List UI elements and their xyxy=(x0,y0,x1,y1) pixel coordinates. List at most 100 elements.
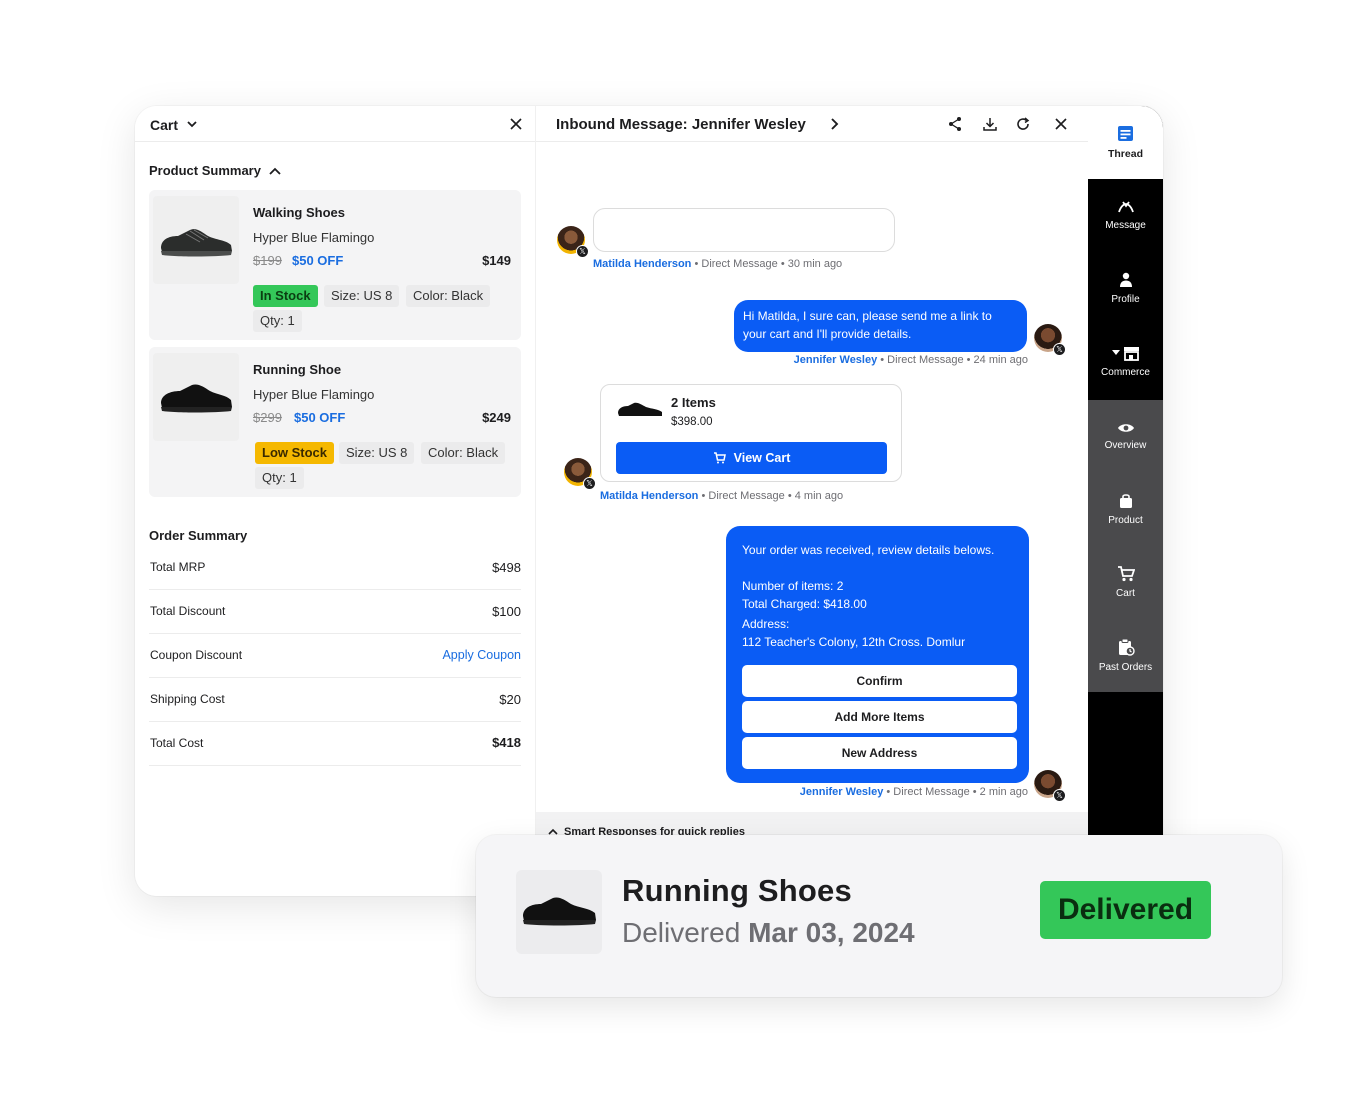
message-meta: Matilda Henderson • Direct Message • 30 … xyxy=(593,258,843,270)
row-value: $498 xyxy=(492,560,521,575)
row-value: $418 xyxy=(492,735,521,750)
message-text: Number of items: 2 xyxy=(742,579,844,593)
nav-label: Message xyxy=(1105,220,1146,231)
product-card[interactable]: Running Shoe Hyper Blue Flamingo $299 $5… xyxy=(149,347,521,497)
side-nav: Thread Message Profile Commerce Overview… xyxy=(1088,106,1163,896)
stock-badge: Low Stock xyxy=(255,442,335,464)
chevron-down-icon[interactable] xyxy=(186,118,198,130)
close-icon[interactable] xyxy=(509,117,523,131)
apply-coupon-link[interactable]: Apply Coupon xyxy=(442,648,521,662)
row-label: Coupon Discount xyxy=(150,648,243,662)
size-chip: Size: US 8 xyxy=(339,442,415,464)
thread-icon xyxy=(1118,126,1133,141)
chevron-up-icon[interactable] xyxy=(268,166,282,176)
qty-chip[interactable]: Qty: 1 xyxy=(253,310,302,332)
cart-pane: Cart Product Summary Walking Shoes Hyper… xyxy=(135,106,535,896)
nav-label: Product xyxy=(1108,515,1143,526)
nav-label: Past Orders xyxy=(1098,662,1153,673)
product-image xyxy=(153,196,239,284)
order-summary-row: Shipping Cost $20 xyxy=(149,678,521,722)
row-value: $100 xyxy=(492,604,521,619)
product-image xyxy=(516,870,602,954)
message-text: Your order was received, review details … xyxy=(742,543,995,557)
nav-item-commerce[interactable]: Commerce xyxy=(1088,325,1163,398)
original-price: $299 xyxy=(253,410,282,425)
author-link[interactable]: Matilda Henderson xyxy=(600,490,698,502)
message-bubble xyxy=(593,208,895,252)
chevron-right-icon[interactable] xyxy=(827,116,843,132)
avatar: 𝕏 xyxy=(1034,770,1066,802)
nav-item-profile[interactable]: Profile xyxy=(1088,252,1163,325)
nav-item-cart[interactable]: Cart xyxy=(1088,546,1163,619)
product-variant: Hyper Blue Flamingo xyxy=(253,230,375,245)
refresh-icon[interactable] xyxy=(1015,116,1031,132)
order-summary-row: Total Discount $100 xyxy=(149,590,521,634)
delivered-date: Mar 03, 2024 xyxy=(748,917,915,948)
nav-item-thread[interactable]: Thread xyxy=(1088,106,1163,179)
color-chip: Color: Black xyxy=(421,442,506,464)
nav-label: Profile xyxy=(1111,294,1140,305)
message-text: Hi Matilda, I sure can, please send me a… xyxy=(743,309,992,341)
message-meta: Matilda Henderson • Direct Message • 4 m… xyxy=(600,490,844,502)
thread-header: Inbound Message: Jennifer Wesley xyxy=(536,106,1089,142)
row-label: Total Discount xyxy=(150,604,226,618)
nav-item-product[interactable]: Product xyxy=(1088,473,1163,546)
order-message-bubble: Your order was received, review details … xyxy=(726,526,1029,783)
product-variant: Hyper Blue Flamingo xyxy=(253,387,375,402)
message-text: Address: xyxy=(742,617,790,631)
product-price: $149 xyxy=(482,253,511,268)
x-icon: 𝕏 xyxy=(576,245,589,258)
order-summary-title: Order Summary xyxy=(149,528,248,543)
message-meta: Jennifer Wesley • Direct Message • 24 mi… xyxy=(793,354,1028,366)
delivered-product-title: Running Shoes xyxy=(622,873,852,908)
author-link[interactable]: Jennifer Wesley xyxy=(794,354,878,366)
share-icon[interactable] xyxy=(947,116,963,132)
qty-chip[interactable]: Qty: 1 xyxy=(255,467,304,489)
row-label: Shipping Cost xyxy=(150,692,225,706)
row-value: $20 xyxy=(499,692,521,707)
message-text: 112 Teacher's Colony, 12th Cross. Domlur xyxy=(742,635,966,649)
nav-item-message[interactable]: Message xyxy=(1088,179,1163,252)
cart-item-count: 2 Items xyxy=(671,395,716,410)
confirm-button[interactable]: Confirm xyxy=(742,665,1017,697)
nav-item-past-orders[interactable]: Past Orders xyxy=(1088,619,1163,692)
person-icon xyxy=(1119,272,1132,287)
color-chip: Color: Black xyxy=(406,285,491,307)
nav-label: Commerce xyxy=(1101,367,1150,378)
author-link[interactable]: Jennifer Wesley xyxy=(800,786,884,798)
cart-icon xyxy=(713,452,726,464)
status-badge: Delivered xyxy=(1040,881,1211,939)
order-summary-row: Total MRP $498 xyxy=(149,546,521,590)
avatar: 𝕏 xyxy=(1034,324,1066,356)
delivery-status-card: Running Shoes Delivered Mar 03, 2024 Del… xyxy=(476,835,1282,997)
message-bubble: Hi Matilda, I sure can, please send me a… xyxy=(734,300,1027,352)
shoe-icon xyxy=(523,897,596,926)
product-name: Running Shoe xyxy=(253,362,342,377)
product-name: Walking Shoes xyxy=(253,205,345,220)
download-icon[interactable] xyxy=(982,116,998,132)
row-label: Total MRP xyxy=(150,560,206,574)
product-card[interactable]: Walking Shoes Hyper Blue Flamingo $199 $… xyxy=(149,190,521,340)
thread-pane: Inbound Message: Jennifer Wesley 𝕏 Matil… xyxy=(535,106,1089,896)
shoe-icon xyxy=(161,229,232,257)
message-icon xyxy=(1117,201,1134,213)
product-image xyxy=(615,395,665,425)
app-window: Cart Product Summary Walking Shoes Hyper… xyxy=(135,106,1163,896)
x-icon: 𝕏 xyxy=(583,477,596,490)
author-link[interactable]: Matilda Henderson xyxy=(593,258,691,270)
nav-label: Overview xyxy=(1104,440,1147,451)
nav-item-overview[interactable]: Overview xyxy=(1088,400,1163,473)
close-icon[interactable] xyxy=(1053,116,1069,132)
cart-header: Cart xyxy=(135,106,535,142)
cart-title[interactable]: Cart xyxy=(150,117,178,133)
eye-icon xyxy=(1117,424,1134,432)
product-image xyxy=(153,353,239,441)
nav-label: Thread xyxy=(1107,148,1143,160)
add-more-items-button[interactable]: Add More Items xyxy=(742,701,1017,733)
product-summary-title: Product Summary xyxy=(149,163,261,178)
new-address-button[interactable]: New Address xyxy=(742,737,1017,769)
thread-title: Inbound Message: Jennifer Wesley xyxy=(556,116,806,133)
clipboard-clock-icon xyxy=(1118,638,1135,656)
view-cart-button[interactable]: View Cart xyxy=(616,442,887,474)
discount-label: $50 OFF xyxy=(292,253,344,268)
